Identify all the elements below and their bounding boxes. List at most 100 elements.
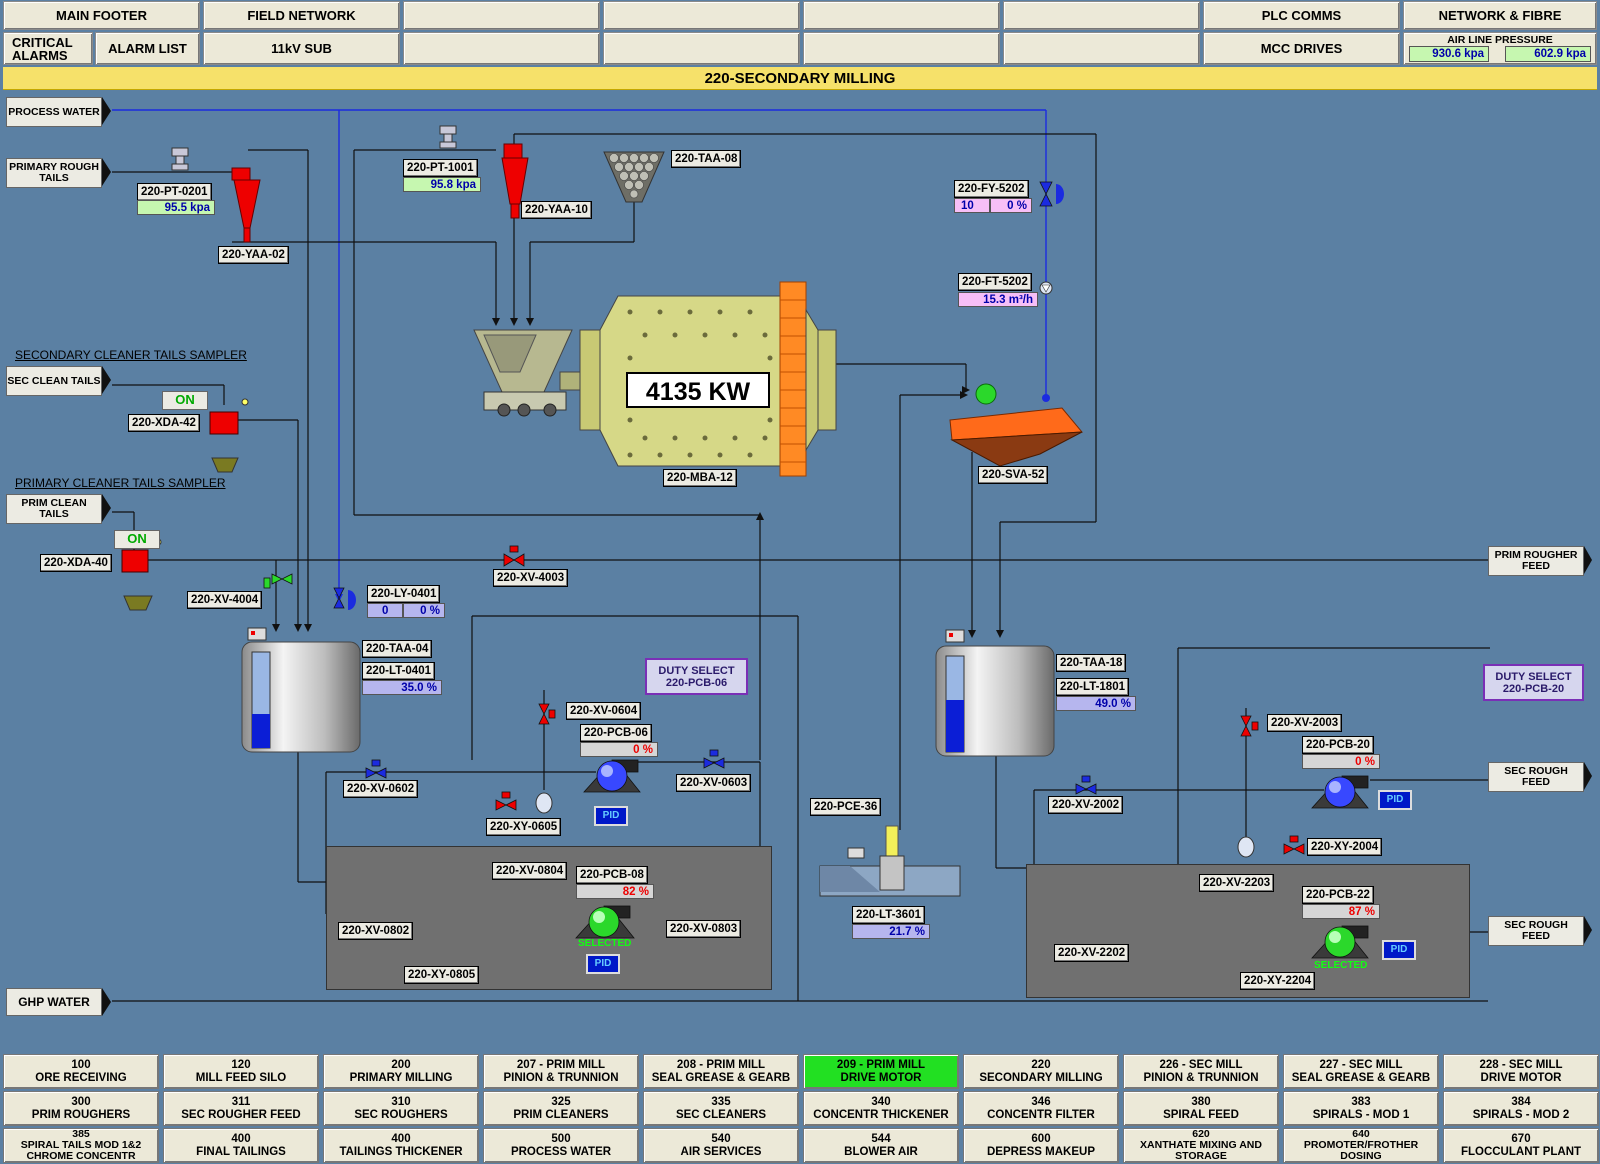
pid-button-pcb22[interactable]: PID [1382, 940, 1416, 960]
nav-button-number: 600 [1031, 1132, 1051, 1145]
nav-button-400-22[interactable]: 400 FINAL TAILINGS [163, 1128, 319, 1163]
nav-button-label: BLOWER AIR [844, 1145, 918, 1158]
sec-cleaner-sampler-caption: SECONDARY CLEANER TAILS SAMPLER [15, 348, 247, 362]
nav-button-384-20[interactable]: 384 SPIRALS - MOD 2 [1443, 1091, 1599, 1126]
ly0401-tag[interactable]: 220-LY-0401 [367, 585, 441, 603]
pcb20-value: 0 % [1302, 754, 1380, 769]
prim-clean-tails-source[interactable]: PRIM CLEAN TAILS [6, 494, 102, 524]
pt0201-tag[interactable]: 220-PT-0201 [137, 183, 212, 201]
xv4003-tag[interactable]: 220-XV-4003 [493, 569, 569, 587]
nav-button-340-16[interactable]: 340 CONCENTR THICKENER [803, 1091, 959, 1126]
nav-button-120-2[interactable]: 120 MILL FEED SILO [163, 1054, 319, 1089]
lt1801-tag[interactable]: 220-LT-1801 [1056, 678, 1129, 696]
sec-rough-feed-arrow-1 [1584, 762, 1592, 790]
nav-button-380-18[interactable]: 380 SPIRAL FEED [1123, 1091, 1279, 1126]
primary-rough-tails-source[interactable]: PRIMARY ROUGH TAILS [6, 158, 102, 188]
xv2002-tag[interactable]: 220-XV-2002 [1048, 796, 1124, 814]
nav-button-311-12[interactable]: 311 SEC ROUGHER FEED [163, 1091, 319, 1126]
pcb20-tag[interactable]: 220-PCB-20 [1302, 736, 1374, 754]
pid-button-pcb08[interactable]: PID [586, 954, 620, 974]
sec-rough-feed-destination-2[interactable]: SEC ROUGH FEED [1488, 916, 1584, 946]
xv0604-tag[interactable]: 220-XV-0604 [566, 702, 642, 720]
pid-button-pcb20[interactable]: PID [1378, 790, 1412, 810]
nav-button-600-27[interactable]: 600 DEPRESS MAKEUP [963, 1128, 1119, 1163]
nav-button-383-19[interactable]: 383 SPIRALS - MOD 1 [1283, 1091, 1439, 1126]
taa18-tag[interactable]: 220-TAA-18 [1056, 654, 1127, 672]
nav-button-640-29[interactable]: 640 PROMOTER/FROTHER DOSING [1283, 1128, 1439, 1163]
sec-clean-tails-source[interactable]: SEC CLEAN TAILS [6, 366, 102, 396]
sampler-40-on-status[interactable]: ON [114, 530, 160, 549]
pcb22-selected-indicator: SELECTED [1314, 960, 1368, 971]
prim-rougher-feed-destination[interactable]: PRIM ROUGHER FEED [1488, 546, 1584, 576]
nav-button-number: 311 [231, 1095, 251, 1108]
xv0802-tag[interactable]: 220-XV-0802 [338, 922, 414, 940]
lt3601-tag[interactable]: 220-LT-3601 [852, 906, 925, 924]
taa04-tag[interactable]: 220-TAA-04 [362, 640, 433, 658]
nav-button-number: 120 [231, 1058, 251, 1071]
taa08-tag[interactable]: 220-TAA-08 [671, 150, 742, 168]
nav-button-207-4[interactable]: 207 - PRIM MILL PINION & TRUNNION [483, 1054, 639, 1089]
sampler-42-on-status[interactable]: ON [162, 391, 208, 410]
nav-button-number: 380 [1191, 1095, 1211, 1108]
xv0603-tag[interactable]: 220-XV-0603 [676, 774, 752, 792]
nav-button-number: 208 - PRIM MILL [676, 1058, 766, 1071]
nav-button-number: 209 - PRIM MILL [836, 1058, 926, 1071]
sec-rough-feed-arrow-2 [1584, 916, 1592, 944]
xy2204-tag[interactable]: 220-XY-2204 [1240, 972, 1316, 990]
ghp-water-source[interactable]: GHP WATER [6, 988, 102, 1016]
fy5202-tag[interactable]: 220-FY-5202 [954, 180, 1029, 198]
nav-button-number: 228 - SEC MILL [1479, 1058, 1563, 1071]
nav-button-346-17[interactable]: 346 CONCENTR FILTER [963, 1091, 1119, 1126]
nav-button-335-15[interactable]: 335 SEC CLEANERS [643, 1091, 799, 1126]
nav-button-226-8[interactable]: 226 - SEC MILL PINION & TRUNNION [1123, 1054, 1279, 1089]
xv2003-tag[interactable]: 220-XV-2003 [1267, 714, 1343, 732]
nav-button-220-7[interactable]: 220 SECONDARY MILLING [963, 1054, 1119, 1089]
yaa10-tag[interactable]: 220-YAA-10 [521, 201, 592, 219]
pcb22-tag[interactable]: 220-PCB-22 [1302, 886, 1374, 904]
nav-button-number: 670 [1511, 1132, 1531, 1145]
yaa02-tag[interactable]: 220-YAA-02 [218, 246, 289, 264]
xv4004-tag[interactable]: 220-XV-4004 [187, 591, 263, 609]
sec-rough-feed-destination-1[interactable]: SEC ROUGH FEED [1488, 762, 1584, 792]
xv2202-tag[interactable]: 220-XV-2202 [1054, 944, 1130, 962]
nav-button-209-6[interactable]: 209 - PRIM MILL DRIVE MOTOR [803, 1054, 959, 1089]
lt0401-tag[interactable]: 220-LT-0401 [362, 662, 435, 680]
xda40-tag[interactable]: 220-XDA-40 [40, 554, 112, 572]
duty-select-pcb06[interactable]: DUTY SELECT 220-PCB-06 [645, 658, 748, 695]
nav-button-label: PRIM ROUGHERS [31, 1108, 131, 1121]
nav-button-number: 500 [551, 1132, 571, 1145]
nav-button-228-10[interactable]: 228 - SEC MILL DRIVE MOTOR [1443, 1054, 1599, 1089]
nav-button-325-14[interactable]: 325 PRIM CLEANERS [483, 1091, 639, 1126]
ft5202-tag[interactable]: 220-FT-5202 [958, 273, 1032, 291]
xy0605-tag[interactable]: 220-XY-0605 [486, 818, 562, 836]
xv2203-tag[interactable]: 220-XV-2203 [1199, 874, 1275, 892]
xda42-tag[interactable]: 220-XDA-42 [128, 414, 200, 432]
nav-button-385-21[interactable]: 385 SPIRAL TAILS MOD 1&2 CHROME CONCENTR [3, 1128, 159, 1163]
nav-button-208-5[interactable]: 208 - PRIM MILL SEAL GREASE & GEARB [643, 1054, 799, 1089]
duty-select-pcb20[interactable]: DUTY SELECT 220-PCB-20 [1483, 664, 1584, 701]
nav-button-670-30[interactable]: 670 FLOCCULANT PLANT [1443, 1128, 1599, 1163]
nav-button-400-23[interactable]: 400 TAILINGS THICKENER [323, 1128, 479, 1163]
xv0803-tag[interactable]: 220-XV-0803 [666, 920, 742, 938]
xy2004-tag[interactable]: 220-XY-2004 [1307, 838, 1383, 856]
nav-button-100-1[interactable]: 100 ORE RECEIVING [3, 1054, 159, 1089]
nav-button-620-28[interactable]: 620 XANTHATE MIXING AND STORAGE [1123, 1128, 1279, 1163]
nav-button-500-24[interactable]: 500 PROCESS WATER [483, 1128, 639, 1163]
process-water-source[interactable]: PROCESS WATER [6, 97, 102, 127]
mba12-tag[interactable]: 220-MBA-12 [663, 469, 737, 487]
pt1001-tag[interactable]: 220-PT-1001 [403, 159, 478, 177]
pcb06-tag[interactable]: 220-PCB-06 [580, 724, 652, 742]
pce36-tag[interactable]: 220-PCE-36 [810, 798, 882, 816]
nav-button-540-25[interactable]: 540 AIR SERVICES [643, 1128, 799, 1163]
xv0804-tag[interactable]: 220-XV-0804 [492, 862, 568, 880]
nav-button-310-13[interactable]: 310 SEC ROUGHERS [323, 1091, 479, 1126]
xy0805-tag[interactable]: 220-XY-0805 [404, 966, 480, 984]
pid-button-pcb06[interactable]: PID [594, 806, 628, 826]
xv0602-tag[interactable]: 220-XV-0602 [343, 780, 419, 798]
pcb08-tag[interactable]: 220-PCB-08 [576, 866, 648, 884]
nav-button-300-11[interactable]: 300 PRIM ROUGHERS [3, 1091, 159, 1126]
nav-button-200-3[interactable]: 200 PRIMARY MILLING [323, 1054, 479, 1089]
sva52-tag[interactable]: 220-SVA-52 [978, 466, 1049, 484]
nav-button-227-9[interactable]: 227 - SEC MILL SEAL GREASE & GEARB [1283, 1054, 1439, 1089]
nav-button-544-26[interactable]: 544 BLOWER AIR [803, 1128, 959, 1163]
